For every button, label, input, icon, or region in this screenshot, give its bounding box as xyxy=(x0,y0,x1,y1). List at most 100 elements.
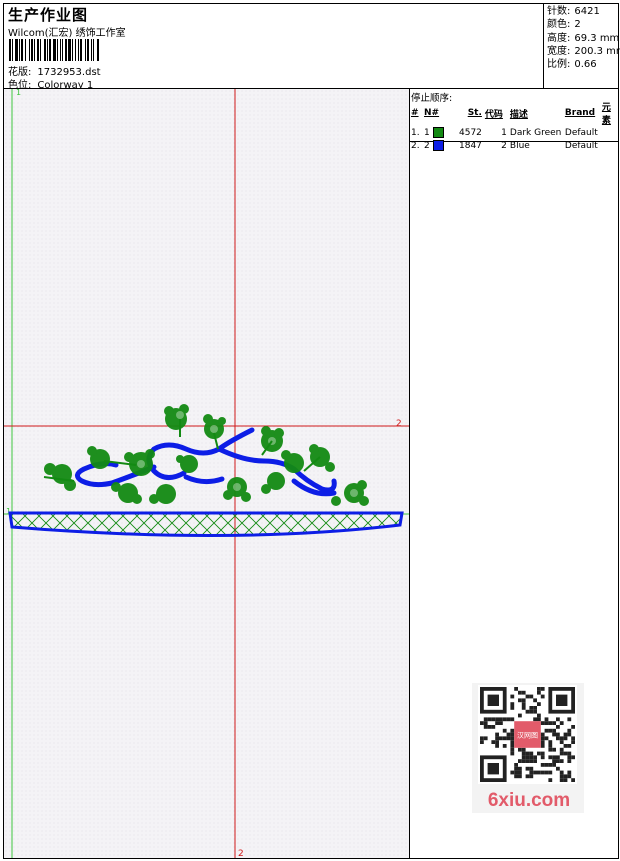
qr-module xyxy=(552,747,556,752)
qr-module xyxy=(548,747,553,752)
table-row: 1. 1 4572 1 Dark Green Default xyxy=(411,126,619,139)
qr-module xyxy=(567,717,572,722)
row-element xyxy=(602,139,619,152)
table-header-row: # N# St. 代码 描述 Brand 元素 xyxy=(411,100,619,126)
qr-module xyxy=(483,717,488,722)
qr-module xyxy=(571,755,575,760)
qr-module xyxy=(514,770,518,775)
marker-top: 1 xyxy=(16,89,21,97)
qr-module xyxy=(529,774,534,779)
stat-label: 宽度: xyxy=(547,45,571,57)
qr-module xyxy=(518,690,522,695)
qr-module xyxy=(525,774,530,779)
qr-module xyxy=(518,713,522,718)
qr-module xyxy=(521,751,526,756)
qr-module xyxy=(567,774,572,779)
barcode-bar xyxy=(60,39,61,61)
qr-module xyxy=(514,763,518,767)
qr-module xyxy=(540,763,545,767)
qr-module xyxy=(540,694,545,699)
qr-module xyxy=(521,702,526,706)
qr-module xyxy=(540,740,545,744)
qr-module xyxy=(491,717,496,722)
qr-module xyxy=(563,751,568,756)
barcode-bar xyxy=(12,39,13,61)
barcode-bar xyxy=(62,39,63,61)
seal-text: 汉网图 xyxy=(517,732,538,740)
qr-module xyxy=(544,721,549,725)
qr-module xyxy=(567,759,572,763)
qr-module xyxy=(506,717,511,722)
design-canvas: 1 1 2 2 xyxy=(4,89,409,858)
qr-module xyxy=(480,721,484,725)
col-code: 代码 xyxy=(484,109,503,120)
qr-module xyxy=(502,744,507,748)
qr-module xyxy=(529,706,534,710)
header: 生产作业图 Wilcom(汇宏) 绣饰工作室 花版: 1732953.dst 色位… xyxy=(3,3,620,91)
qr-module xyxy=(559,770,564,775)
qr-module xyxy=(495,736,499,741)
barcode-bar xyxy=(29,39,30,61)
qr-module xyxy=(514,687,518,691)
qr-module xyxy=(552,759,556,763)
barcode-bar xyxy=(87,39,89,61)
qr-module xyxy=(563,778,568,782)
qr-module xyxy=(559,759,564,763)
qr-module xyxy=(529,759,534,763)
qr-module xyxy=(495,717,499,722)
row-stitches: 1847 xyxy=(459,140,482,151)
qr-module xyxy=(525,751,530,756)
row-needle: 2 xyxy=(424,141,430,151)
stat-value: 200.3 mm xyxy=(574,45,620,57)
qr-module xyxy=(487,694,499,706)
qr-module xyxy=(540,687,545,691)
qr-module xyxy=(537,713,541,718)
qr-module xyxy=(495,744,499,748)
qr-module xyxy=(529,751,534,756)
qr-module xyxy=(552,721,556,725)
qr-module xyxy=(514,774,518,779)
header-divider xyxy=(543,3,544,89)
qr-module xyxy=(552,732,556,737)
qr-module xyxy=(567,732,572,737)
stats-panel: 针数:6421 颜色:2 高度:69.3 mm 宽度:200.3 mm 比例:0… xyxy=(547,5,620,71)
qr-module xyxy=(502,736,507,741)
qr-module xyxy=(537,751,541,756)
stat-label: 针数: xyxy=(547,6,571,17)
qr-module xyxy=(483,736,488,741)
barcode-bar xyxy=(57,39,58,61)
qr-module xyxy=(495,732,499,737)
qr-module xyxy=(556,736,560,741)
qr-module xyxy=(556,759,560,763)
panel-divider xyxy=(409,89,410,859)
qr-module xyxy=(556,717,560,722)
qr-module xyxy=(571,778,575,782)
qr-module xyxy=(514,766,518,771)
qr-module xyxy=(521,690,526,695)
row-stitches: 4572 xyxy=(459,127,482,138)
qr-module xyxy=(521,706,526,710)
barcode-bar xyxy=(72,39,73,61)
stat-height: 高度: 69.3 mm xyxy=(547,32,620,45)
qr-module xyxy=(544,763,549,767)
qr-module xyxy=(510,702,515,706)
barcode-bar xyxy=(97,39,99,61)
qr-module xyxy=(559,736,564,741)
qr-module xyxy=(537,770,541,775)
stat-width: 宽度:200.3 mm xyxy=(547,45,620,58)
qr-module xyxy=(548,728,553,733)
stat-value: 0.66 xyxy=(574,59,597,71)
barcode-bar xyxy=(40,39,41,61)
barcode-bar xyxy=(47,39,48,61)
barcode-bar xyxy=(91,39,92,61)
barcode-bar xyxy=(78,39,79,61)
qr-module xyxy=(548,770,553,775)
col-index: # xyxy=(411,108,419,118)
qr-module xyxy=(533,759,537,763)
stat-value: 2 xyxy=(574,19,581,31)
qr-module xyxy=(548,755,553,760)
qr-module xyxy=(567,744,572,748)
qr-module xyxy=(499,736,503,741)
qr-module xyxy=(552,728,556,733)
qr-module xyxy=(559,740,564,744)
